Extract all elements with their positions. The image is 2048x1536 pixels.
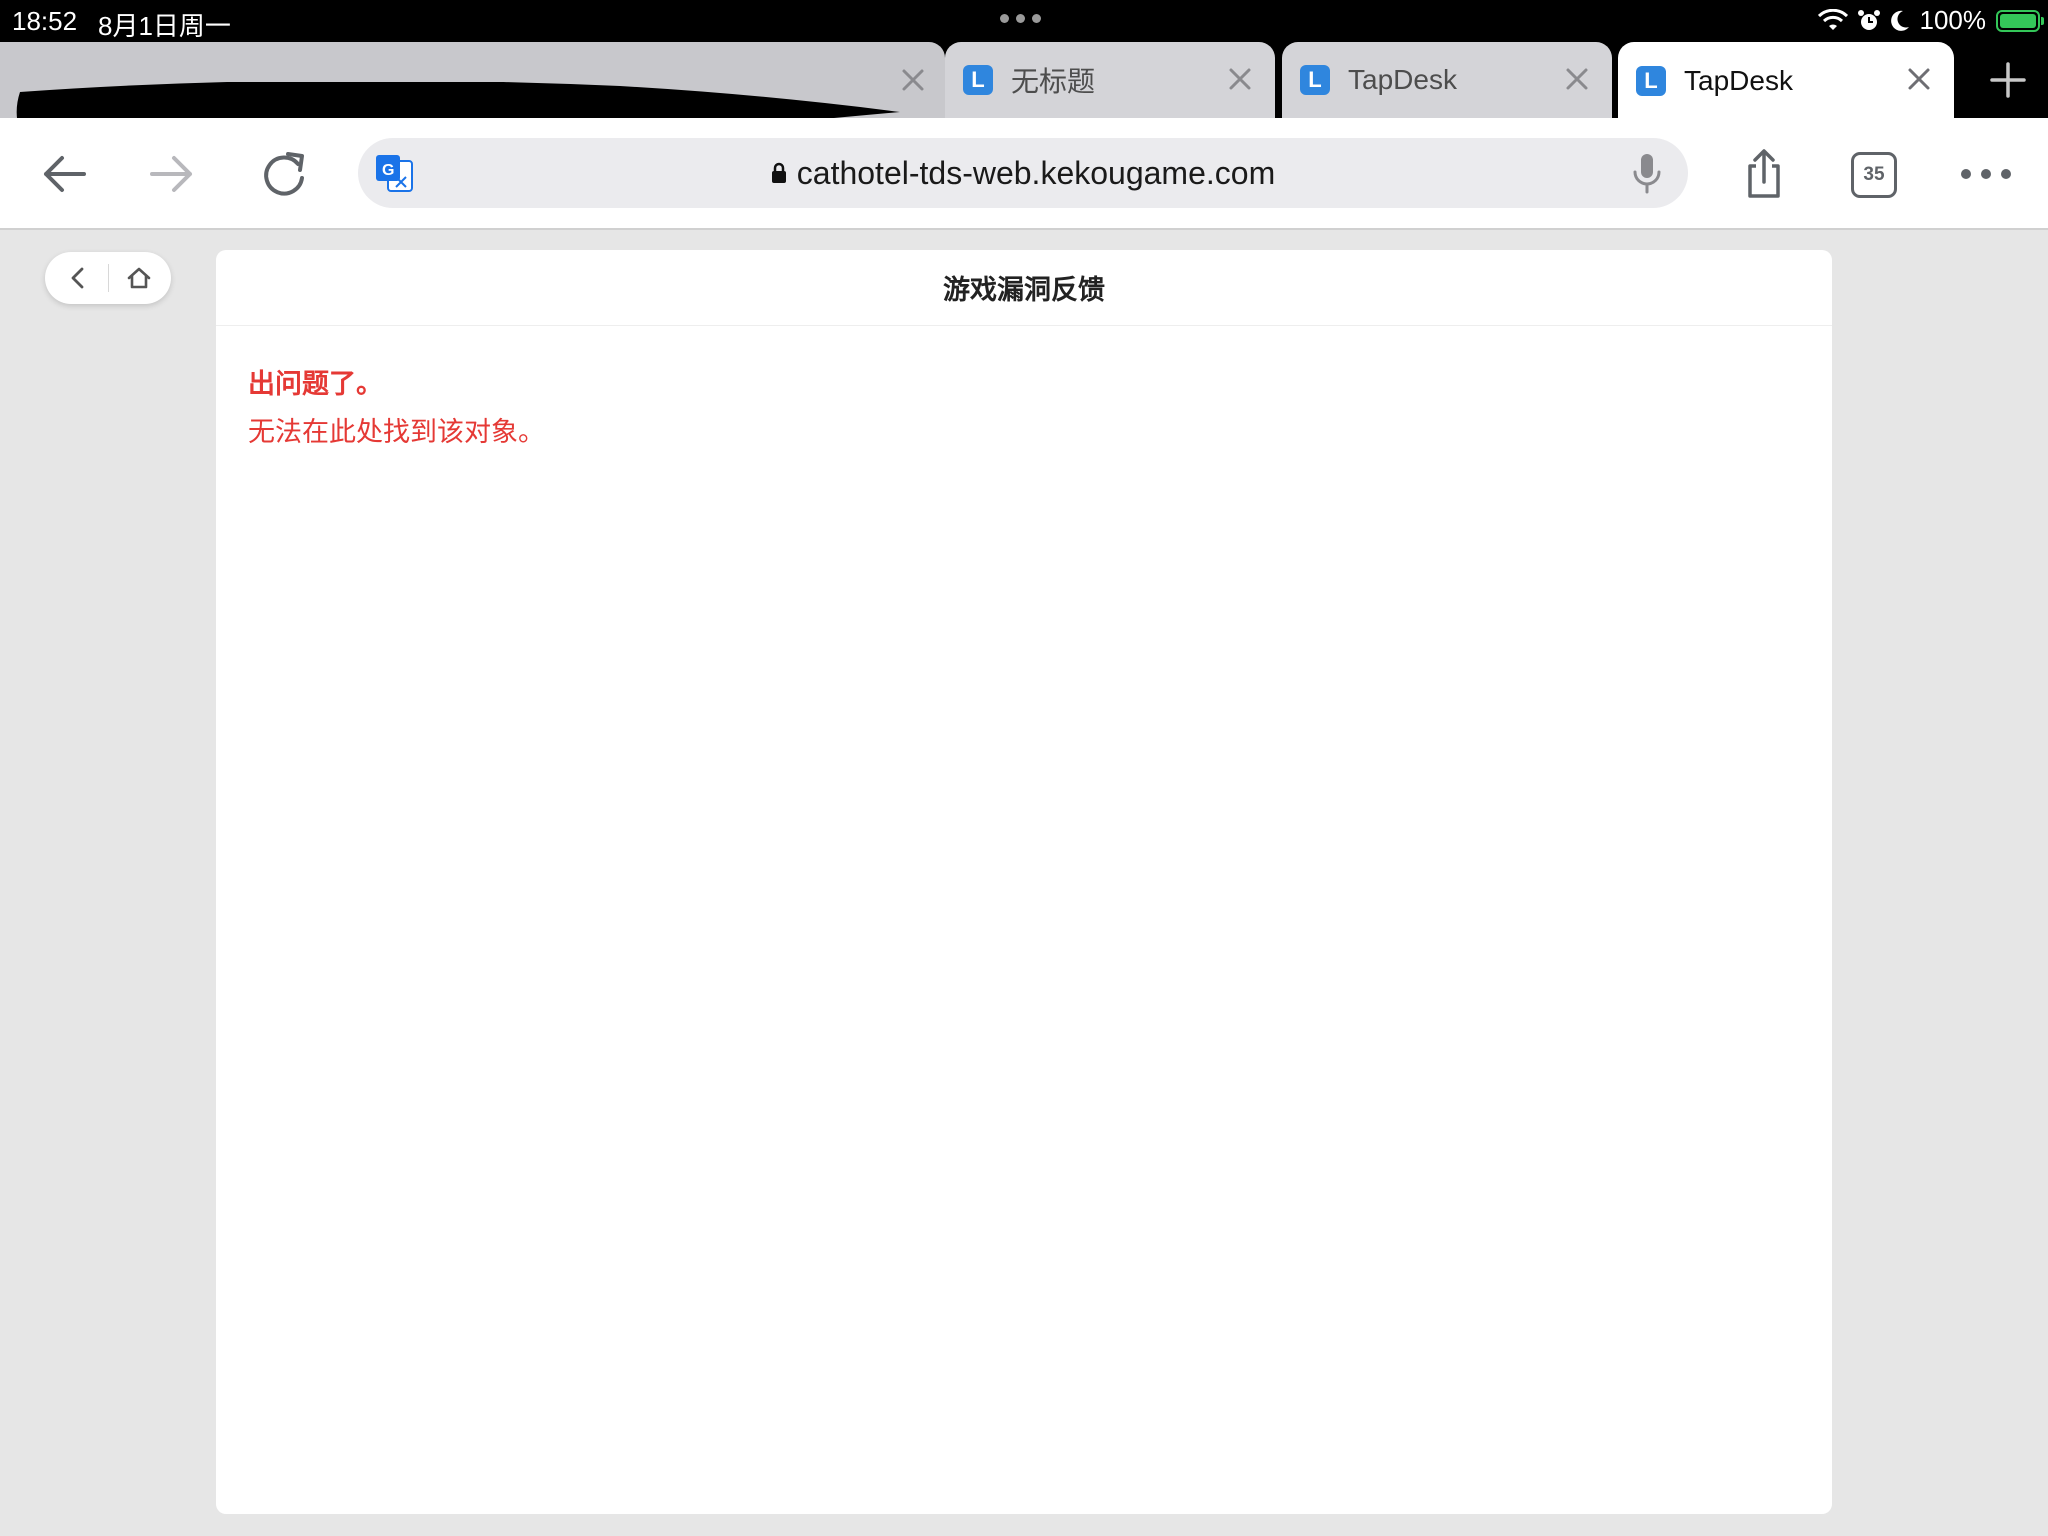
error-message: 无法在此处找到该对象。 bbox=[248, 417, 545, 447]
tab-label: TapDesk bbox=[1348, 64, 1457, 95]
tab-strip: L 无标题 L TapDesk L TapDesk bbox=[0, 42, 2048, 200]
page-title: 游戏漏洞反馈 bbox=[216, 250, 1832, 326]
tab-untitled[interactable]: L 无标题 bbox=[945, 42, 1275, 118]
url-text: cathotel-tds-web.kekougame.com bbox=[796, 154, 1276, 191]
close-icon[interactable] bbox=[1904, 64, 1934, 94]
status-time: 18:52 bbox=[12, 6, 78, 36]
battery-charging-icon bbox=[1996, 9, 2044, 32]
error-title: 出问题了。 bbox=[248, 369, 383, 399]
share-icon[interactable] bbox=[1738, 148, 1790, 200]
browser-toolbar: G cathotel-tds-web.kekougame.com 35 bbox=[0, 118, 2048, 230]
tab-switcher-button[interactable]: 35 bbox=[1851, 152, 1897, 198]
tab-tapdesk[interactable]: L TapDesk bbox=[1282, 42, 1612, 118]
status-icons: 100% bbox=[1817, 5, 2044, 36]
wifi-icon bbox=[1817, 8, 1848, 30]
forward-arrow-icon[interactable] bbox=[146, 148, 198, 200]
url-display: cathotel-tds-web.kekougame.com bbox=[358, 138, 1688, 208]
favicon-icon: L bbox=[1300, 65, 1330, 95]
more-menu-icon[interactable] bbox=[1958, 148, 2014, 200]
status-bar: 18:52 8月1日周一 100% bbox=[0, 0, 2048, 42]
tab-label: 无标题 bbox=[1011, 66, 1096, 97]
moon-icon bbox=[1890, 10, 1909, 31]
mini-nav-pill bbox=[45, 252, 171, 304]
chevron-left-icon[interactable] bbox=[65, 265, 91, 291]
status-date: 8月1日周一 bbox=[98, 11, 231, 41]
alarm-icon bbox=[1857, 9, 1880, 30]
microphone-icon[interactable] bbox=[1630, 152, 1664, 194]
battery-percent: 100% bbox=[1919, 5, 1987, 35]
favicon-icon: L bbox=[963, 65, 993, 95]
address-bar[interactable]: G cathotel-tds-web.kekougame.com bbox=[358, 138, 1688, 208]
reload-icon[interactable] bbox=[258, 148, 310, 200]
favicon-icon: L bbox=[1636, 66, 1666, 96]
close-icon[interactable] bbox=[1562, 64, 1592, 94]
close-icon[interactable] bbox=[1225, 64, 1255, 94]
divider bbox=[108, 264, 109, 292]
feedback-card: 游戏漏洞反馈 出问题了。 无法在此处找到该对象。 bbox=[216, 250, 1832, 1514]
multitasking-dots-icon[interactable] bbox=[1000, 14, 1041, 23]
back-arrow-icon[interactable] bbox=[38, 148, 90, 200]
lock-icon bbox=[771, 162, 786, 183]
new-tab-plus-icon[interactable] bbox=[1988, 60, 2028, 100]
tab-tapdesk-active[interactable]: L TapDesk bbox=[1618, 42, 1954, 120]
tab-label: TapDesk bbox=[1684, 65, 1793, 96]
home-icon[interactable] bbox=[125, 265, 153, 291]
